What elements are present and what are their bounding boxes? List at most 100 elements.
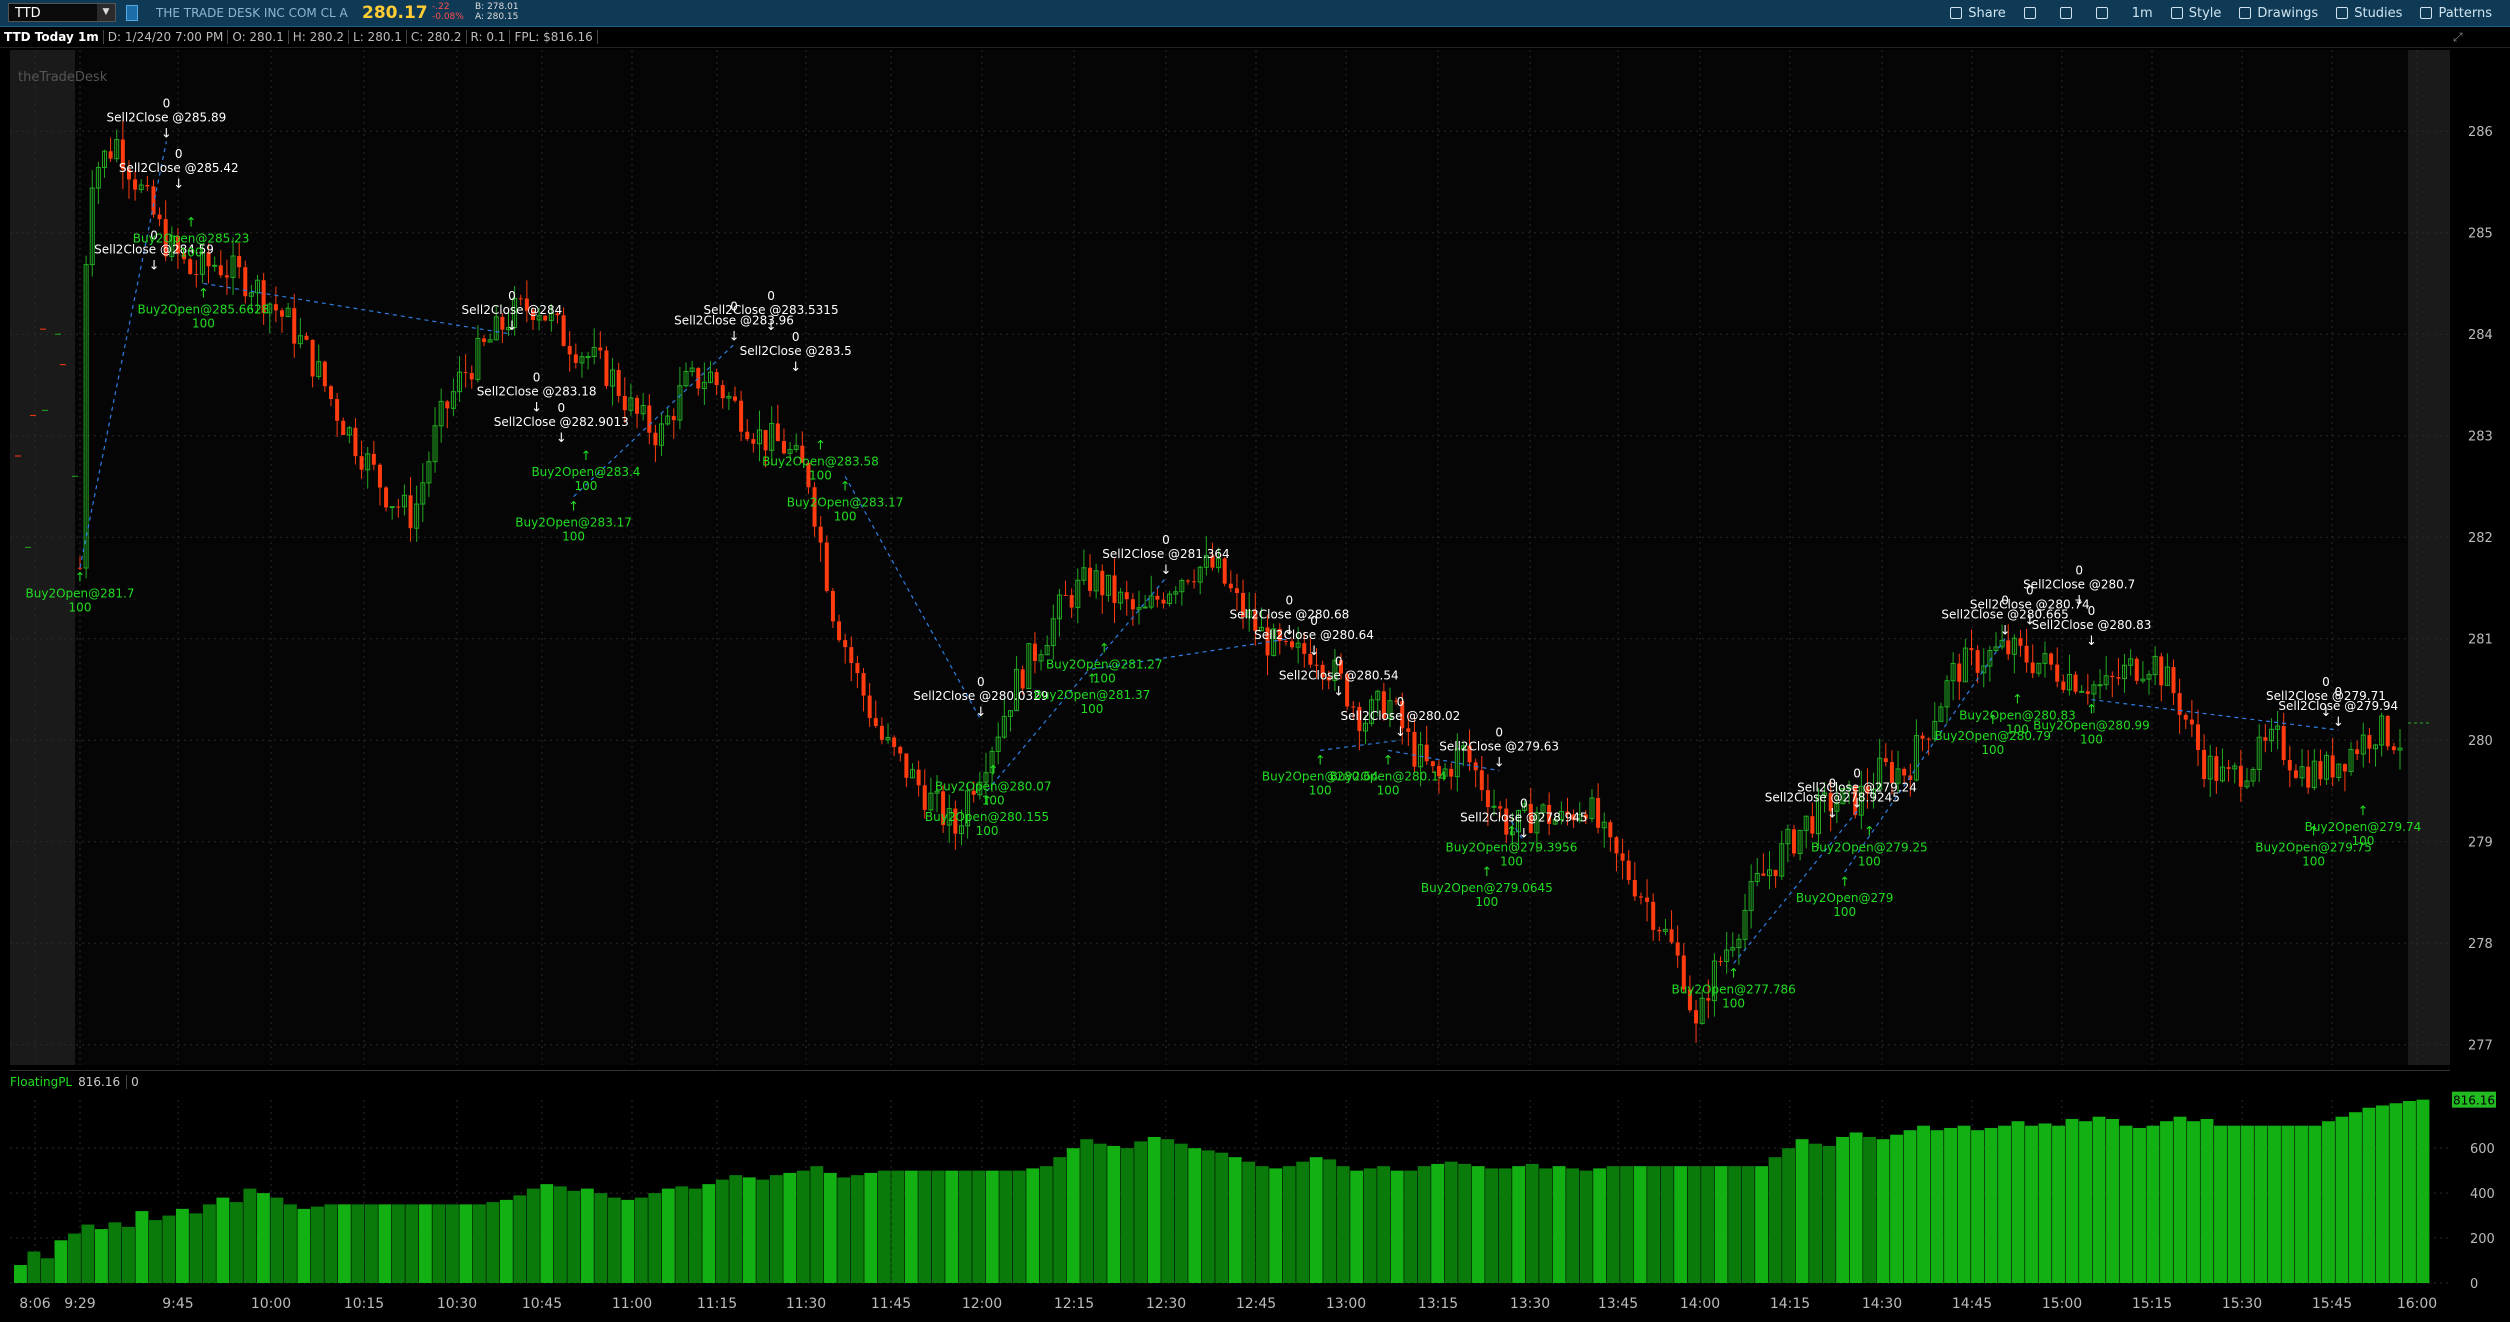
candle-body-down <box>1449 768 1454 777</box>
pl-bar <box>769 1175 783 1283</box>
expand-icon[interactable]: ⤢ <box>2453 30 2467 44</box>
buy-signal-qty: 100 <box>2302 854 2325 868</box>
pl-bar <box>2376 1105 2389 1283</box>
pl-bar <box>14 1265 27 1283</box>
buy-arrow-icon: ↑ <box>1839 875 1850 890</box>
candle-body-down <box>1192 581 1197 583</box>
pl-bar <box>1066 1148 1080 1283</box>
buy-signal-qty: 100 <box>809 469 832 483</box>
candle-body-down <box>1902 768 1907 776</box>
pl-bar <box>243 1188 257 1283</box>
candle-body-down <box>916 769 921 786</box>
pl-bar <box>1701 1166 1715 1283</box>
pl-bar <box>283 1204 297 1283</box>
pl-bar <box>1930 1130 1944 1283</box>
pl-bar <box>1687 1166 1701 1283</box>
sell-signal-qty: 0 <box>1162 533 1170 547</box>
candle-body-down <box>604 350 609 387</box>
candle-body-down <box>2049 653 2054 665</box>
price-chart[interactable]: 8:06 9:29 9:45 10:00 10:15 10:30 10:45 11:00 11:… <box>0 0 2510 1322</box>
pl-bar <box>648 1193 662 1283</box>
buy-arrow-icon: ↑ <box>1086 672 1097 687</box>
candle-body-down <box>237 255 242 268</box>
candle-body-down <box>1926 738 1931 740</box>
sell-signal-qty: 0 <box>2088 604 2096 618</box>
pl-bar <box>891 1170 905 1283</box>
candle-body-up <box>212 264 218 267</box>
candle-body-down <box>830 590 835 622</box>
pl-bar <box>1323 1159 1337 1283</box>
candle-body-down <box>1957 663 1962 682</box>
pl-bar <box>364 1204 378 1283</box>
candle-body-down <box>837 621 842 641</box>
candle-body-down <box>1920 735 1925 739</box>
pl-bar <box>1620 1166 1634 1283</box>
pl-bar <box>310 1206 324 1283</box>
sell-signal-qty: 0 <box>557 401 565 415</box>
pl-bar <box>580 1188 594 1283</box>
sell-signal-label: Sell2Close @283.5 <box>740 344 852 358</box>
pl-bar <box>2416 1099 2430 1283</box>
pl-tick-label: 600 <box>2470 1142 2495 1157</box>
buy-arrow-icon: ↑ <box>2358 804 2369 819</box>
price-tick-label: 286 <box>2468 125 2493 140</box>
pl-bar <box>796 1170 810 1283</box>
price-tick-label: 284 <box>2468 328 2493 343</box>
candle-body-down <box>353 427 358 457</box>
candle-body-down <box>2263 737 2268 741</box>
candle-body-down <box>1694 1010 1699 1024</box>
pl-bar <box>553 1186 567 1283</box>
pl-bar <box>2214 1125 2227 1283</box>
pl-bar <box>945 1170 959 1283</box>
candle-body-down <box>1430 761 1435 767</box>
pl-bar <box>1971 1130 1984 1283</box>
candle-body-down <box>1596 797 1601 828</box>
pl-bar <box>108 1222 122 1283</box>
time-tick-label: 12:00 <box>962 1296 1002 1312</box>
price-tick-label: 277 <box>2468 1039 2493 1054</box>
pl-bar <box>2079 1121 2092 1283</box>
buy-signal-qty: 100 <box>192 316 215 330</box>
pl-bar <box>2200 1118 2214 1283</box>
buy-signal-qty: 100 <box>180 245 203 259</box>
candle-body-down <box>1234 588 1239 593</box>
candle-body-down <box>745 431 750 440</box>
candle-body-down <box>1161 599 1166 604</box>
buy-signal-label: Buy2Open@280.14 <box>1330 769 1447 783</box>
sell-signal-label: Sell2Close @284 <box>462 303 563 317</box>
candle-body-down <box>2385 715 2390 747</box>
candle-body-down <box>1883 758 1888 763</box>
pl-bar <box>1282 1166 1296 1283</box>
candle-body-down <box>855 663 860 674</box>
pl-bar <box>2268 1125 2281 1283</box>
pl-tick-label: 200 <box>2470 1232 2495 1247</box>
pl-bar <box>1296 1161 1310 1283</box>
time-tick-label: 14:00 <box>1680 1296 1720 1312</box>
candle-body-down <box>322 361 327 387</box>
candle-body-down <box>653 432 658 446</box>
pl-bar <box>2160 1121 2173 1283</box>
candle-body-down <box>616 370 621 396</box>
pl-bar <box>1093 1143 1107 1283</box>
pl-bar <box>1593 1168 1607 1283</box>
pl-bar <box>864 1172 878 1283</box>
candle-body-down <box>2355 749 2360 755</box>
pl-bar <box>2038 1123 2052 1283</box>
sell-arrow-icon: ↓ <box>2086 634 2097 649</box>
candle-body-down <box>573 354 578 363</box>
pl-bar <box>1120 1148 1134 1283</box>
candle-body-down <box>518 298 523 300</box>
pl-bar <box>1107 1145 1121 1283</box>
pl-bar <box>1309 1157 1323 1283</box>
buy-signal-label: Buy2Open@277.786 <box>1671 983 1795 997</box>
candle-body-down <box>647 405 652 433</box>
candle-body-down <box>188 259 193 274</box>
pl-bar <box>1714 1166 1728 1283</box>
sell-signal-label: Sell2Close @280.02 <box>1341 709 1461 723</box>
pl-bar <box>1431 1163 1445 1283</box>
sell-signal-label: Sell2Close @283.18 <box>477 384 597 398</box>
pl-bar <box>1552 1166 1566 1283</box>
candle-body-down <box>273 304 278 311</box>
watermark-logo: theTradeDesk <box>18 70 108 85</box>
buy-arrow-icon: ↑ <box>2086 703 2097 718</box>
